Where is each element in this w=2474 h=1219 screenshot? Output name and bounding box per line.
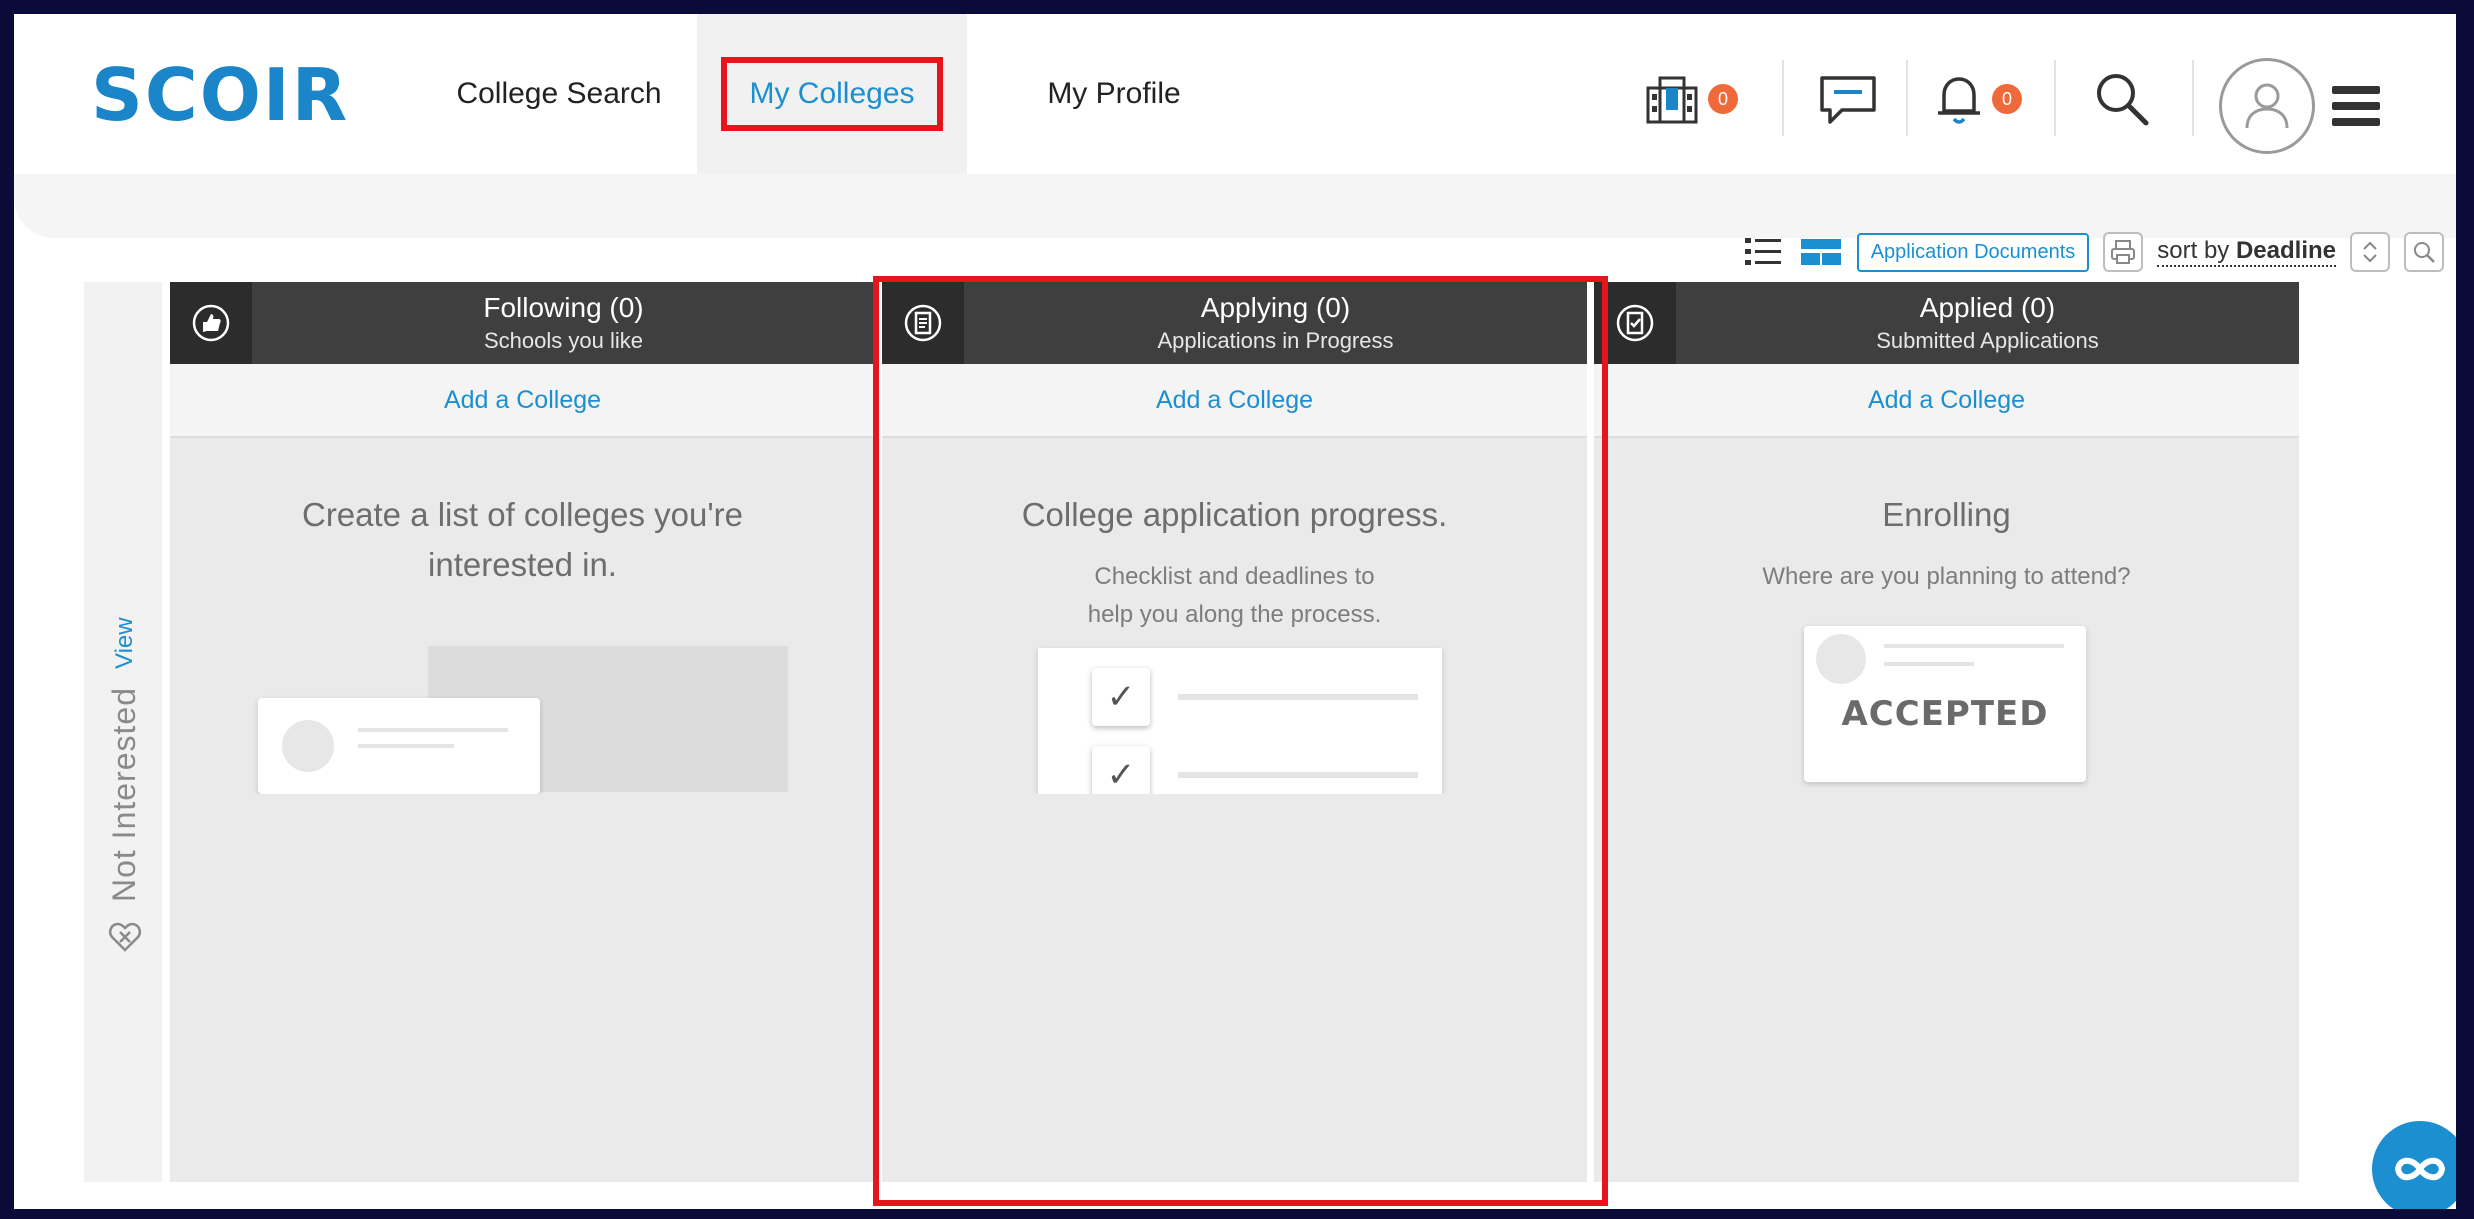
illustration-line <box>1178 694 1418 700</box>
applied-empty-heading: Enrolling <box>1882 496 2011 533</box>
menu-icon[interactable] <box>2332 86 2380 126</box>
search-button[interactable] <box>2092 74 2152 126</box>
header-divider <box>2054 60 2056 136</box>
applying-subtitle: Applications in Progress <box>1157 328 1394 353</box>
thumbs-up-icon <box>170 282 252 364</box>
not-interested-view-link[interactable]: View <box>111 617 139 669</box>
search-icon <box>2097 74 2149 126</box>
applied-empty-desc: Where are you planning to attend? <box>1762 563 2131 590</box>
tab-my-colleges-label: My Colleges <box>721 57 943 131</box>
sort-dropdown[interactable]: sort by Deadline <box>2157 237 2336 267</box>
add-college-link[interactable]: Add a College <box>1156 386 1313 415</box>
tab-college-search-label: College Search <box>456 77 662 110</box>
search-icon <box>2414 242 2435 263</box>
applied-subtitle: Submitted Applications <box>1876 328 2099 353</box>
checkbox-icon: ✓ <box>1092 668 1150 726</box>
illustration-mask <box>170 794 875 1182</box>
add-college-link[interactable]: Add a College <box>1868 386 2025 415</box>
document-icon <box>882 282 964 364</box>
following-column: Following (0) Schools you like Add a Col… <box>170 282 875 1182</box>
header-divider <box>1782 60 1784 136</box>
board-view-button[interactable] <box>1799 230 1843 274</box>
applying-title: Applying (0) <box>1200 292 1351 323</box>
applying-add-row: Add a College <box>882 364 1587 438</box>
tab-my-profile[interactable]: My Profile <box>1004 14 1224 174</box>
notifications-badge: 0 <box>1992 84 2022 114</box>
tab-college-search[interactable]: College Search <box>414 14 704 174</box>
illustration-line <box>358 744 454 748</box>
bell-icon <box>1938 77 1980 124</box>
app-window: SCOIR College Search My Colleges My Prof… <box>14 14 2456 1209</box>
messages-button[interactable] <box>1816 74 1880 124</box>
illustration-line <box>358 728 508 732</box>
application-documents-button[interactable]: Application Documents <box>1856 232 2090 272</box>
sort-order-button[interactable] <box>2350 232 2390 272</box>
illustration-dot <box>282 720 334 772</box>
view-toolbar: Application Documents sort by Deadline <box>1741 224 2456 280</box>
tab-my-colleges[interactable]: My Colleges <box>697 14 967 174</box>
scoir-logo[interactable]: SCOIR <box>91 53 349 137</box>
building-icon <box>1646 76 1698 124</box>
logo-text: SCOIR <box>91 53 350 137</box>
not-interested-toggle[interactable]: Not Interested View <box>106 617 143 954</box>
user-icon <box>2245 83 2289 129</box>
applying-empty-desc: Checklist and deadlines to help you alon… <box>1087 563 1382 629</box>
notifications-button[interactable]: 0 <box>1934 74 2022 124</box>
filter-search-button[interactable] <box>2404 232 2444 272</box>
top-header: SCOIR College Search My Colleges My Prof… <box>14 14 2456 174</box>
print-button[interactable] <box>2103 232 2144 272</box>
avatar[interactable] <box>2219 58 2315 154</box>
applied-title: Applied (0) <box>1919 292 2056 323</box>
applying-empty-heading: College application progress. <box>1021 496 1448 533</box>
sort-value: Deadline <box>2235 237 2336 264</box>
illustration-mask <box>882 794 1587 1182</box>
illustration-line <box>1884 662 1974 666</box>
applied-column-header: Applied (0) Submitted Applications <box>1594 282 2299 364</box>
colleges-badge: 0 <box>1708 84 1738 114</box>
list-view-icon <box>1744 238 1781 265</box>
following-subtitle: Schools you like <box>484 328 643 353</box>
chat-icon <box>1820 76 1876 124</box>
tab-my-profile-label: My Profile <box>1047 77 1181 110</box>
chat-widget-button[interactable] <box>2372 1121 2456 1209</box>
document-check-icon <box>1594 282 1676 364</box>
colleges-button[interactable]: 0 <box>1644 74 1738 124</box>
applying-column-header: Applying (0) Applications in Progress <box>882 282 1587 364</box>
sort-prefix: sort by <box>2157 237 2230 264</box>
printer-icon <box>2111 240 2136 264</box>
sort-arrows-icon <box>2363 241 2377 263</box>
illustration-line <box>1884 644 2064 648</box>
following-empty-heading: Create a list of colleges you're interes… <box>301 496 744 583</box>
applied-add-row: Add a College <box>1594 364 2299 438</box>
add-college-link[interactable]: Add a College <box>444 386 601 415</box>
following-column-header: Following (0) Schools you like <box>170 282 875 364</box>
header-divider <box>2192 60 2194 136</box>
illustration-dot <box>1816 634 1866 684</box>
applied-column: Applied (0) Submitted Applications Add a… <box>1594 282 2299 1182</box>
following-add-row: Add a College <box>170 364 875 438</box>
following-title: Following (0) <box>483 292 644 323</box>
not-interested-label: Not Interested <box>106 687 142 902</box>
board-view-icon <box>1800 239 1841 265</box>
illustration-line <box>1178 772 1418 778</box>
accepted-label: ACCEPTED <box>1841 694 2049 734</box>
infinity-icon <box>2394 1157 2446 1181</box>
header-divider <box>1906 60 1908 136</box>
applying-column: Applying (0) Applications in Progress Ad… <box>882 282 1587 1182</box>
list-view-button[interactable] <box>1741 230 1785 274</box>
heart-x-icon <box>108 922 141 952</box>
